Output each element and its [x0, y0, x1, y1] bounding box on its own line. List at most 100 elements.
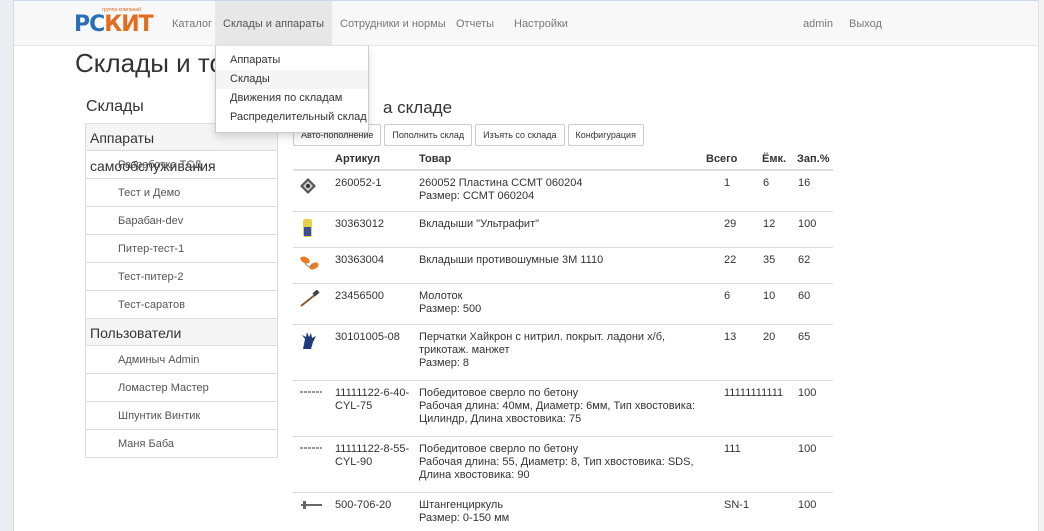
cell-article: 30101005-08 [335, 331, 400, 343]
cell-total: 11111111111 [724, 387, 784, 399]
product-attributes: Размер: 0-150 мм [419, 512, 510, 524]
table-row[interactable]: 260052-1 260052 Пластина CCMT 060204 Разме… [293, 171, 833, 212]
nav-user[interactable]: admin [803, 1, 833, 47]
table-row[interactable]: 30101005-08 Перчатки Хайкрон с нитрил. по… [293, 325, 833, 381]
drill-icon [299, 387, 323, 401]
cell-total: 111 [724, 443, 741, 455]
menu-item-movements[interactable]: Движения по складам [216, 89, 368, 108]
menu-item-machines[interactable]: Аппараты [216, 51, 368, 70]
col-total[interactable]: Всего [706, 153, 737, 165]
cell-fill-percent: 65 [798, 331, 811, 343]
product-attributes: Рабочая длина: 40мм, Диаметр: 6мм, Тип х… [419, 400, 696, 425]
earplugs-icon [299, 254, 321, 276]
sidebar-item[interactable]: Маня Баба [85, 429, 278, 458]
product-name: 260052 Пластина CCMT 060204 [419, 177, 583, 189]
sidebar-list: Аппараты самообслуживания Разработка ТСД… [85, 123, 278, 458]
cell-product: Победитовое сверло по бетону Рабочая длин… [419, 387, 715, 426]
caliper-icon [299, 499, 323, 515]
top-navbar: РСКИТ группа компаний Каталог Склады и а… [14, 0, 1038, 47]
product-name: Вкладыши "Ультрафит" [419, 218, 540, 230]
nav-reports[interactable]: Отчеты [456, 1, 494, 47]
table-body: 260052-1 260052 Пластина CCMT 060204 Разме… [293, 171, 833, 531]
sidebar-item[interactable]: Тест и Демо [85, 178, 278, 207]
col-product[interactable]: Товар [419, 153, 451, 165]
product-attributes: Размер: 500 [419, 303, 482, 315]
table-row[interactable]: 500-706-20 Штангенциркуль Размер: 0-150 мм… [293, 493, 833, 531]
hammer-icon [299, 289, 321, 312]
cell-article: 500-706-20 [335, 499, 392, 511]
drill-icon [299, 443, 323, 457]
logo[interactable]: РСКИТ группа компаний [74, 7, 154, 37]
stock-table: Артикул Товар Всего Ёмк. Зап.% 260052-1 2… [293, 149, 833, 531]
nav-employees[interactable]: Сотрудники и нормы [340, 1, 446, 47]
col-fill[interactable]: Зап.% [797, 153, 830, 165]
cell-capacity: 20 [763, 331, 776, 343]
sidebar-item[interactable]: Тест-саратов [85, 290, 278, 319]
cell-capacity: 35 [763, 254, 776, 266]
sidebar-item[interactable]: Тест-питер-2 [85, 262, 278, 291]
cell-product: Молоток Размер: 500 [419, 290, 715, 316]
insert-plate-icon [299, 177, 317, 199]
table-row[interactable]: 30363004 Вкладыши противошумные 3М 1110 22… [293, 248, 833, 284]
window-frame-left [0, 0, 14, 531]
product-attributes: Размер: 8 [419, 357, 470, 369]
cell-total: SN-1 [724, 499, 750, 511]
cell-fill-percent: 100 [798, 499, 817, 511]
sidebar-item[interactable]: Питер-тест-1 [85, 234, 278, 263]
cell-total: 6 [724, 290, 731, 302]
sidebar-item[interactable]: Шпунтик Винтик [85, 401, 278, 430]
cell-article: 23456500 [335, 290, 384, 302]
cell-total: 22 [724, 254, 737, 266]
col-capacity[interactable]: Ёмк. [762, 153, 786, 165]
sidebar-item[interactable]: Админыч Admin [85, 345, 278, 374]
table-row[interactable]: 23456500 Молоток Размер: 500 6 10 60 [293, 284, 833, 325]
cell-fill-percent: 100 [798, 443, 817, 455]
cell-article: 11111122-6-40-CYL-75 [335, 387, 410, 412]
cell-article: 11111122-8-55-CYL-90 [335, 443, 410, 468]
logo-mark: РСКИТ [74, 12, 154, 37]
cell-capacity: 12 [763, 218, 776, 230]
sidebar-title: Склады [86, 98, 144, 115]
cell-article: 30363012 [335, 218, 384, 230]
table-row[interactable]: 11111122-6-40-CYL-75 Победитовое сверло п… [293, 381, 833, 437]
insoles-icon [299, 218, 317, 242]
product-name: Победитовое сверло по бетону [419, 443, 579, 455]
cell-product: Перчатки Хайкрон с нитрил. покрыт. ладон… [419, 331, 715, 370]
nav-logout[interactable]: Выход [849, 1, 882, 47]
cell-capacity: 6 [763, 177, 770, 189]
cell-product: Вкладыши "Ультрафит" [419, 218, 715, 231]
cell-fill-percent: 16 [798, 177, 811, 189]
sidebar-item[interactable]: Ломастер Мастер [85, 373, 278, 402]
table-row[interactable]: 11111122-8-55-CYL-90 Победитовое сверло п… [293, 437, 833, 493]
nav-catalog[interactable]: Каталог [172, 1, 212, 47]
cell-fill-percent: 100 [798, 387, 817, 399]
product-name: Перчатки Хайкрон с нитрил. покрыт. ладон… [419, 331, 666, 356]
cell-product: Штангенциркуль Размер: 0-150 мм [419, 499, 715, 525]
withdraw-button[interactable]: Изъять со склада [475, 124, 565, 146]
sidebar-item[interactable]: Барабан-dev [85, 206, 278, 235]
col-article[interactable]: Артикул [335, 153, 413, 165]
menu-item-warehouses[interactable]: Склады [216, 70, 368, 89]
page-title: Склады и то [75, 48, 224, 78]
table-row[interactable]: 30363012 Вкладыши "Ультрафит" 29 12 100 [293, 212, 833, 248]
cell-fill-percent: 62 [798, 254, 811, 266]
product-attributes: Рабочая длина: 55, Диаметр: 8, Тип хвост… [419, 456, 694, 481]
cell-product: Победитовое сверло по бетону Рабочая длин… [419, 443, 715, 482]
warehouses-dropdown-menu: Аппараты Склады Движения по складам Расп… [215, 46, 369, 133]
refill-button[interactable]: Пополнить склад [384, 124, 473, 146]
nav-warehouses[interactable]: Склады и аппараты [215, 1, 333, 47]
cell-total: 1 [724, 177, 731, 189]
product-attributes: Размер: CCMT 060204 [419, 190, 535, 202]
table-header: Артикул Товар Всего Ёмк. Зап.% [293, 149, 833, 171]
product-name: Молоток [419, 290, 463, 302]
main-title: а складе [383, 98, 453, 117]
cell-article: 30363004 [335, 254, 384, 266]
config-button[interactable]: Конфигурация [567, 124, 644, 146]
window-scrollbar[interactable] [1038, 0, 1044, 531]
cell-total: 13 [724, 331, 737, 343]
gloves-icon [299, 331, 319, 355]
sidebar-group-users: Пользователи [85, 318, 278, 346]
menu-item-distribution[interactable]: Распределительный склад [216, 108, 368, 127]
cell-fill-percent: 60 [798, 290, 811, 302]
nav-settings[interactable]: Настройки [514, 1, 568, 47]
